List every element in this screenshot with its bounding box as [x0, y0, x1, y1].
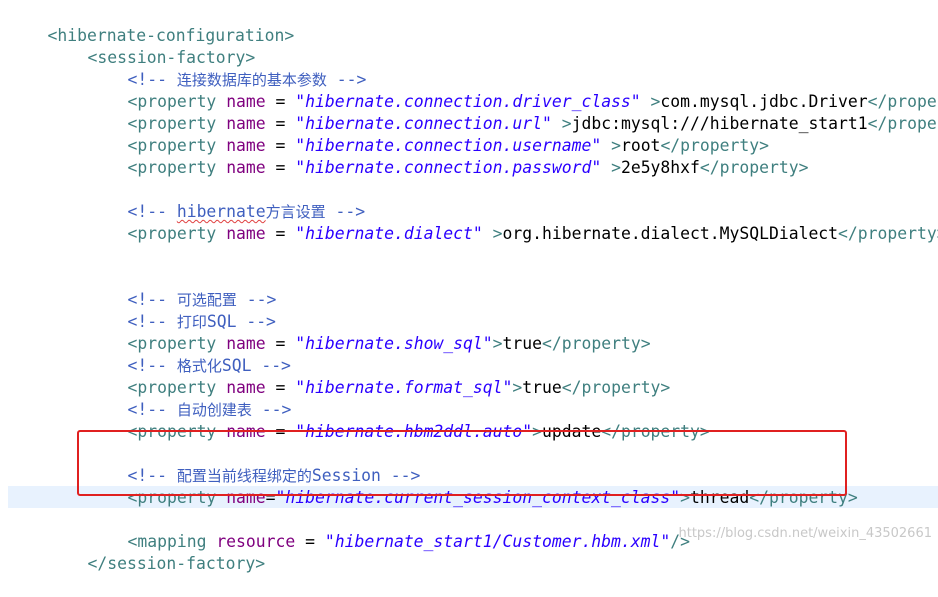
equals: =: [265, 224, 296, 243]
code-line-property-format-sql[interactable]: <property name = "hibernate.format_sql">…: [88, 355, 670, 397]
code-line-property-url[interactable]: <property name = "hibernate.connection.u…: [88, 91, 938, 133]
code-line-property-hbm2ddl[interactable]: <property name = "hibernate.hbm2ddl.auto…: [88, 399, 709, 441]
code-line-hibernate-configuration[interactable]: <hibernate-configuration>: [8, 3, 294, 45]
tag-name: property: [137, 158, 217, 177]
end-tag: </session-factory>: [87, 554, 266, 573]
code-line-comment-connection[interactable]: <!-- 连接数据库的基本参数 -->: [88, 47, 366, 89]
tag-open-bracket: <: [127, 158, 138, 177]
tag-close-bracket: >: [611, 158, 621, 177]
tag-open-bracket: <: [127, 224, 138, 243]
annotation-highlight-box: [77, 430, 847, 496]
code-line-property-password[interactable]: <property name = "hibernate.connection.p…: [88, 135, 808, 177]
element-content: true: [522, 378, 562, 397]
attribute-value: "hibernate.dialect": [295, 224, 483, 243]
code-line-comment-format-sql[interactable]: <!-- 格式化SQL -->: [88, 333, 290, 375]
element-content: true: [502, 334, 543, 353]
attribute-name: name: [226, 224, 266, 243]
attribute-value: "hibernate.connection.password": [295, 158, 602, 177]
tag-close-bracket: >: [492, 334, 503, 353]
end-tag: </property>: [838, 224, 938, 243]
code-line-session-factory-end[interactable]: </session-factory>: [48, 531, 265, 573]
end-tag: </property>: [699, 158, 809, 177]
attribute-value: "hibernate.show_sql": [295, 334, 493, 353]
attribute-name: name: [226, 158, 266, 177]
tag-close-bracket: >: [284, 26, 295, 45]
tag-name: property: [137, 224, 217, 243]
element-content: org.hibernate.dialect.MySQLDialect: [502, 224, 839, 243]
end-tag: </property: [867, 114, 938, 133]
watermark-text: https://blog.csdn.net/weixin_43502661: [678, 526, 932, 541]
equals: =: [295, 532, 325, 551]
end-tag: </property>: [561, 378, 671, 397]
attribute-value: "hibernate_start1/Customer.hbm.xml": [324, 532, 671, 551]
code-line-comment-print-sql[interactable]: <!-- 打印SQL -->: [88, 289, 275, 331]
code-line-property-username[interactable]: <property name = "hibernate.connection.u…: [88, 113, 769, 155]
tag-close-bracket: >: [492, 224, 503, 243]
attribute-value: "hibernate.format_sql": [295, 378, 513, 397]
code-line-comment-dialect[interactable]: <!-- hibernate方言设置 -->: [88, 179, 365, 221]
code-line-property-dialect[interactable]: <property name = "hibernate.dialect" >or…: [88, 201, 938, 243]
xml-editor[interactable]: <hibernate-configuration> <session-facto…: [0, 0, 938, 573]
tag-close-bracket: >: [512, 378, 523, 397]
code-line-session-factory[interactable]: <session-factory>: [48, 25, 255, 67]
element-content: 2e5y8hxf: [620, 158, 700, 177]
code-line-property-show-sql[interactable]: <property name = "hibernate.show_sql">tr…: [88, 311, 650, 353]
code-line-property-driver-class[interactable]: <property name = "hibernate.connection.d…: [88, 69, 938, 111]
code-line-mapping[interactable]: <mapping resource = "hibernate_start1/Cu…: [88, 509, 690, 551]
end-tag: </property>: [542, 334, 651, 353]
code-line-comment-optional[interactable]: <!-- 可选配置 -->: [88, 267, 276, 309]
code-line-comment-auto-create[interactable]: <!-- 自动创建表 -->: [88, 377, 291, 419]
equals: =: [265, 158, 296, 177]
